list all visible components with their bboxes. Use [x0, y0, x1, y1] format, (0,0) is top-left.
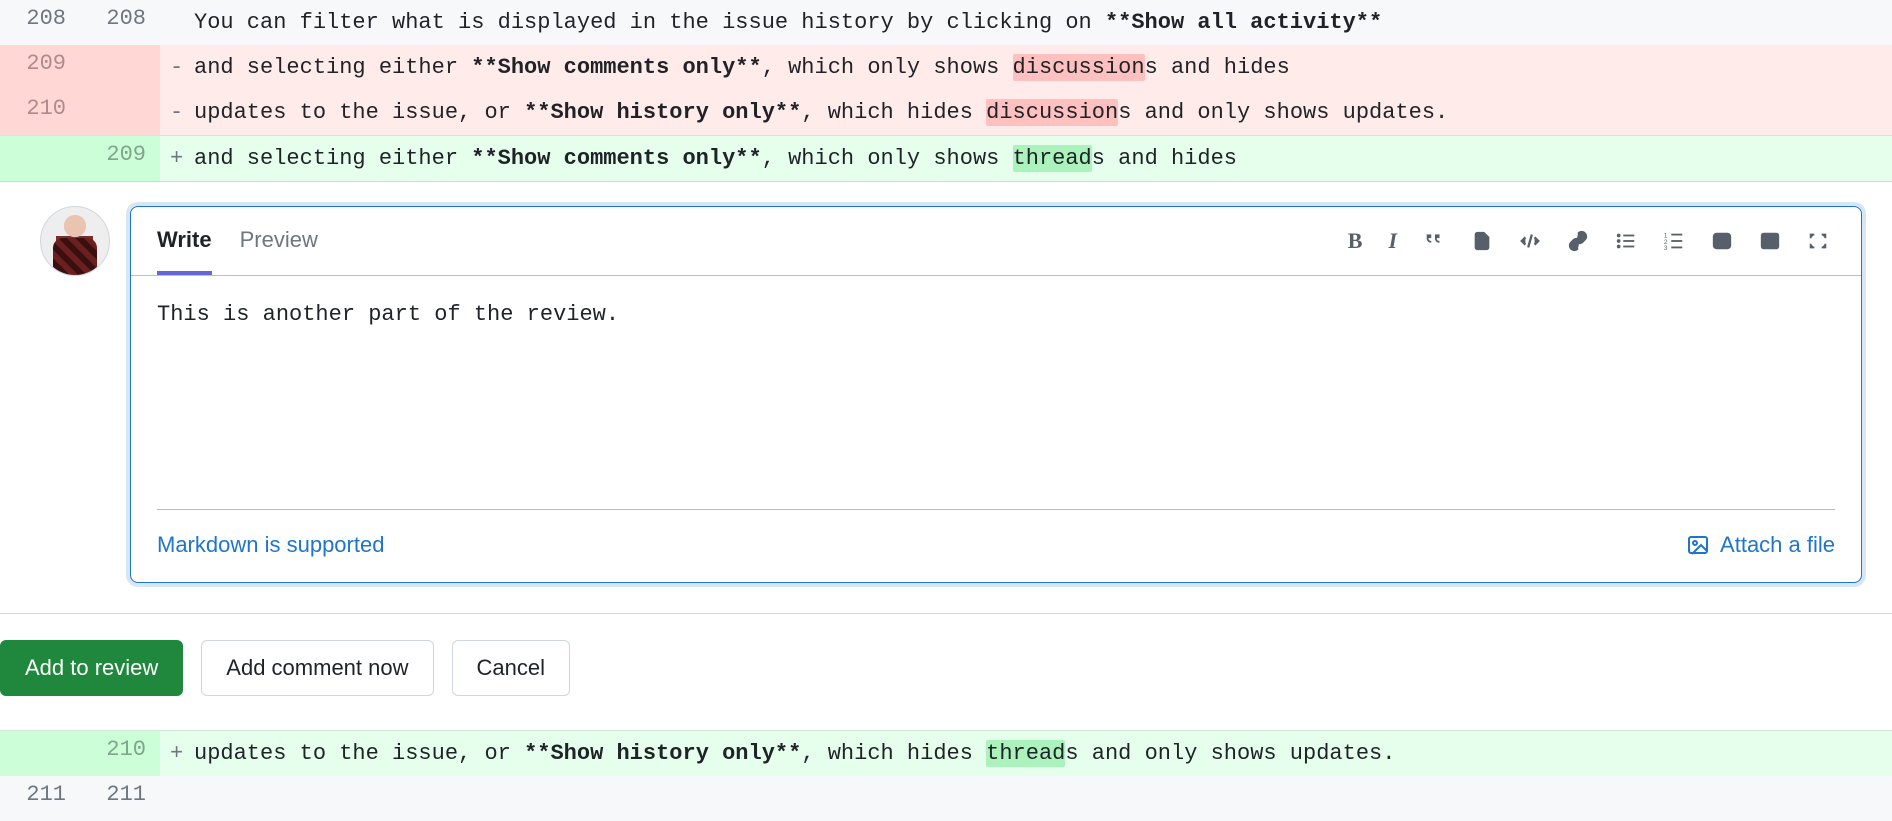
image-icon [1686, 533, 1710, 557]
line-content [160, 776, 1892, 821]
numbered-list-icon[interactable]: 123 [1663, 230, 1685, 252]
diff-row: 208208 You can filter what is displayed … [0, 0, 1892, 45]
line-number-new[interactable] [80, 90, 160, 135]
attach-file-button[interactable]: Attach a file [1686, 532, 1835, 558]
tab-preview[interactable]: Preview [240, 207, 318, 275]
code-icon[interactable] [1519, 230, 1541, 252]
markdown-help-link[interactable]: Markdown is supported [157, 532, 384, 558]
diff-row: 210 -updates to the issue, or **Show hist… [0, 90, 1892, 135]
add-to-review-button[interactable]: Add to review [0, 640, 183, 696]
table-icon[interactable] [1759, 230, 1781, 252]
line-number-new[interactable] [80, 45, 160, 90]
editor-tabs: Write Preview B I 123 [131, 207, 1861, 276]
line-number-new[interactable]: 211 [80, 776, 160, 821]
add-comment-now-button[interactable]: Add comment now [201, 640, 433, 696]
diff-row: 209+and selecting either **Show comments… [0, 135, 1892, 181]
diff-row: 209 -and selecting either **Show comments… [0, 45, 1892, 90]
diff-table-bottom: 210+updates to the issue, or **Show hist… [0, 730, 1892, 821]
tab-write[interactable]: Write [157, 207, 212, 275]
bold-icon[interactable]: B [1348, 228, 1363, 254]
fullscreen-icon[interactable] [1807, 230, 1829, 252]
cancel-button[interactable]: Cancel [452, 640, 570, 696]
diff-table-top: 208208 You can filter what is displayed … [0, 0, 1892, 181]
line-number-new[interactable]: 208 [80, 0, 160, 45]
code-file-icon[interactable] [1471, 230, 1493, 252]
line-number-new[interactable]: 209 [80, 136, 160, 181]
diff-row: 211211 [0, 776, 1892, 821]
line-content: +updates to the issue, or **Show history… [160, 731, 1892, 776]
line-number-old[interactable]: 208 [0, 0, 80, 45]
line-content: +and selecting either **Show comments on… [160, 136, 1892, 181]
bullet-list-icon[interactable] [1615, 230, 1637, 252]
line-content: You can filter what is displayed in the … [160, 0, 1892, 45]
line-content: -updates to the issue, or **Show history… [160, 90, 1892, 135]
link-icon[interactable] [1567, 230, 1589, 252]
diff-row: 210+updates to the issue, or **Show hist… [0, 730, 1892, 776]
line-number-old[interactable]: 209 [0, 45, 80, 90]
line-number-new[interactable]: 210 [80, 731, 160, 776]
italic-icon[interactable]: I [1388, 228, 1397, 254]
avatar [40, 206, 110, 276]
comment-box: Write Preview B I 123 [130, 206, 1862, 583]
svg-text:3: 3 [1664, 245, 1668, 252]
quote-icon[interactable] [1423, 228, 1445, 250]
comment-textarea[interactable] [157, 298, 1835, 498]
inline-comment-form: Write Preview B I 123 [0, 181, 1892, 614]
attach-file-label: Attach a file [1720, 532, 1835, 558]
line-number-old[interactable] [0, 731, 80, 776]
line-content: -and selecting either **Show comments on… [160, 45, 1892, 90]
editor-toolbar: B I 123 [1348, 228, 1835, 254]
task-list-icon[interactable] [1711, 230, 1733, 252]
line-number-old[interactable] [0, 136, 80, 181]
comment-actions: Add to review Add comment now Cancel [0, 614, 1892, 696]
line-number-old[interactable]: 210 [0, 90, 80, 135]
line-number-old[interactable]: 211 [0, 776, 80, 821]
